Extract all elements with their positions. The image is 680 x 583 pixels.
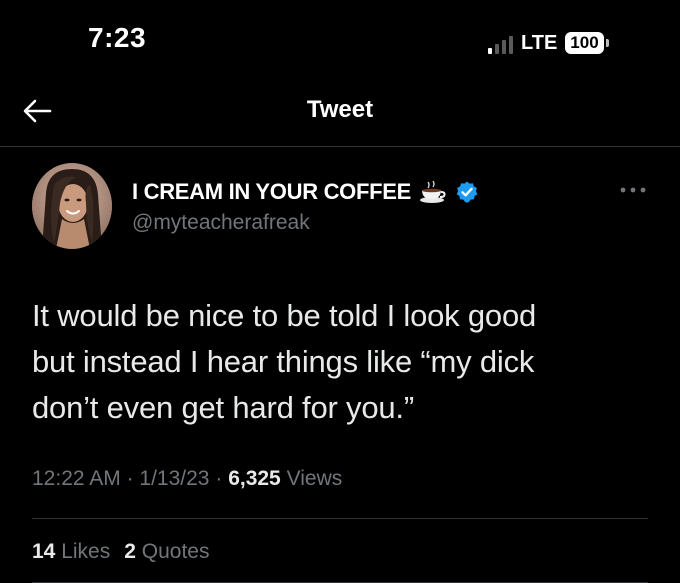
coffee-emoji-icon [419, 180, 447, 204]
author-name-row[interactable]: I CREAM IN YOUR COFFEE [132, 177, 479, 207]
views-count: 6,325 [228, 467, 281, 490]
quotes-label: Quotes [141, 540, 210, 563]
network-type: LTE [521, 32, 558, 54]
quotes-count: 2 [124, 540, 136, 563]
author-name[interactable]: I CREAM IN YOUR COFFEE [132, 179, 411, 205]
separator-dot: · [126, 467, 134, 490]
header-divider [0, 146, 680, 147]
cellular-signal-icon [488, 34, 513, 54]
metadata-divider [32, 518, 648, 519]
quotes-link[interactable]: 2 Quotes [124, 540, 209, 564]
tweet-stats: 14 Likes 2 Quotes [32, 540, 209, 564]
likes-count: 14 [32, 540, 56, 563]
more-options-button[interactable] [618, 183, 648, 197]
likes-label: Likes [61, 540, 111, 563]
status-indicators: LTE 100 [488, 30, 609, 54]
battery-icon: 100 [565, 32, 609, 54]
verified-badge-icon [455, 180, 479, 204]
more-horizontal-icon [620, 187, 646, 193]
status-time: 7:23 [88, 22, 147, 53]
tweet-text: It would be nice to be told I look good … [32, 298, 537, 425]
avatar[interactable] [32, 163, 112, 249]
page-title: Tweet [306, 96, 374, 123]
tweet-time[interactable]: 12:22 AM [32, 467, 121, 490]
status-bar: 7:23 LTE 100 [0, 0, 680, 80]
tweet-date[interactable]: 1/13/23 [139, 467, 209, 490]
tweet-metadata: 12:22 AM · 1/13/23 · 6,325 Views [32, 467, 342, 491]
nav-bar: Tweet [0, 80, 680, 146]
likes-link[interactable]: 14 Likes [32, 540, 110, 564]
separator-dot: · [215, 467, 223, 490]
author-handle[interactable]: @myteacherafreak [132, 211, 310, 235]
battery-level: 100 [565, 32, 604, 54]
views-label: Views [286, 467, 343, 490]
